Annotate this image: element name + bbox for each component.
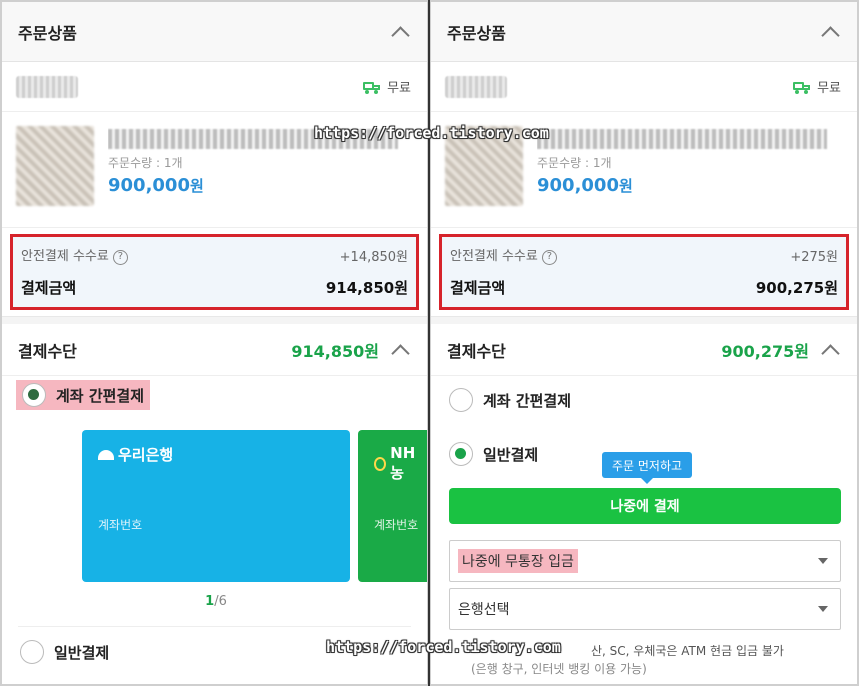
- account-number-label: 계좌번호: [98, 518, 143, 532]
- help-icon[interactable]: ?: [541, 250, 557, 265]
- bank-name: 우리은행: [118, 446, 174, 464]
- easy-pay-option[interactable]: 계좌 간편결제: [449, 388, 571, 412]
- fee-summary-box: 안전결제 수수료? +14,850원 결제금액 914,850원: [10, 234, 419, 310]
- safe-payment-fee-row: 안전결제 수수료? +14,850원: [21, 243, 408, 267]
- fee-label: 안전결제 수수료: [21, 249, 109, 264]
- bank-name: NH농: [390, 444, 416, 482]
- general-pay-radio[interactable]: [20, 640, 44, 664]
- total-amount-row: 결제금액 914,850원: [21, 271, 408, 303]
- shipping-info: 무료: [363, 77, 411, 96]
- pay-later-tooltip: 주문 먼저하고: [602, 452, 693, 484]
- fee-value: +14,850원: [339, 249, 408, 265]
- chevron-up-icon[interactable]: [389, 21, 411, 43]
- chevron-up-icon[interactable]: [819, 339, 841, 361]
- deposit-method-select[interactable]: 나중에 무통장 입금: [449, 540, 841, 582]
- seller-row: 무료: [431, 62, 857, 112]
- chevron-up-icon[interactable]: [819, 21, 841, 43]
- fee-value: +275원: [790, 249, 838, 265]
- quantity-label: 주문수량 : 1개: [108, 156, 183, 170]
- product-thumbnail[interactable]: [16, 126, 94, 206]
- order-items-header[interactable]: 주문상품: [2, 2, 427, 62]
- shipping-label: 무료: [817, 81, 841, 96]
- divider: [18, 626, 411, 627]
- general-pay-label: 일반결제: [483, 445, 539, 464]
- order-items-title: 주문상품: [18, 23, 77, 43]
- deposit-method-value: 나중에 무통장 입금: [458, 549, 578, 573]
- general-pay-radio[interactable]: [449, 442, 473, 466]
- atm-notice-line2: (은행 창구, 인터넷 뱅킹 이용 가능): [471, 662, 647, 676]
- fee-label: 안전결제 수수료: [450, 249, 538, 264]
- fee-summary-box: 안전결제 수수료? +275원 결제금액 900,275원: [439, 234, 849, 310]
- product-price: 900,000원: [108, 175, 204, 196]
- order-items-title: 주문상품: [447, 23, 506, 43]
- shipping-info: 무료: [793, 77, 841, 96]
- right-checkout-panel: 주문상품 무료 주문수량 : 1개 900,000원 안전결제 수수료? +27…: [430, 0, 859, 686]
- bank-card-carousel[interactable]: 우리은행 계좌번호 NH농 계좌번호: [82, 430, 427, 582]
- total-value: 900,275원: [755, 278, 838, 297]
- bank-select-value: 은행선택: [458, 602, 510, 618]
- payment-amount: 900,275원: [721, 341, 809, 361]
- left-checkout-panel: 주문상품 무료 주문수량 : 1개 900,000원 안전결제 수수료? +14…: [0, 0, 428, 686]
- woori-bank-logo-icon: [98, 449, 114, 460]
- easy-pay-option[interactable]: 계좌 간편결제: [16, 380, 151, 411]
- payment-method-header[interactable]: 결제수단 900,275원: [431, 324, 857, 376]
- product-info: 주문수량 : 1개 900,000원: [537, 126, 847, 227]
- easy-pay-radio[interactable]: [22, 383, 46, 407]
- general-pay-label: 일반결제: [54, 643, 110, 662]
- truck-icon: [793, 81, 811, 94]
- easy-pay-label: 계좌 간편결제: [483, 391, 572, 410]
- general-pay-option[interactable]: 일반결제: [449, 442, 538, 466]
- shipping-label: 무료: [387, 81, 411, 96]
- bank-select[interactable]: 은행선택: [449, 588, 841, 630]
- watermark-text: https://forced.tistory.com: [326, 638, 561, 656]
- total-value: 914,850원: [325, 278, 408, 297]
- carousel-pager: 1/6: [205, 594, 227, 609]
- section-gap: [431, 316, 857, 324]
- payment-method-title: 결제수단: [447, 341, 506, 361]
- total-amount-row: 결제금액 900,275원: [450, 271, 838, 303]
- chevron-down-icon: [818, 558, 828, 564]
- general-pay-option[interactable]: 일반결제: [20, 640, 109, 664]
- product-price: 900,000원: [537, 175, 633, 196]
- order-items-header[interactable]: 주문상품: [431, 2, 857, 62]
- payment-method-title: 결제수단: [18, 341, 77, 361]
- watermark-text: https://forced.tistory.com: [314, 124, 549, 142]
- seller-name-blurred: [445, 75, 507, 98]
- chevron-up-icon[interactable]: [389, 339, 411, 361]
- payment-amount: 914,850원: [291, 341, 379, 361]
- help-icon[interactable]: ?: [112, 250, 128, 265]
- section-gap: [2, 316, 427, 324]
- safe-payment-fee-row: 안전결제 수수료? +275원: [450, 243, 838, 267]
- easy-pay-label: 계좌 간편결제: [56, 386, 145, 405]
- nh-bank-logo-icon: [374, 456, 387, 471]
- payment-method-header[interactable]: 결제수단 914,850원: [2, 324, 427, 376]
- total-label: 결제금액: [450, 278, 506, 297]
- quantity-label: 주문수량 : 1개: [537, 156, 612, 170]
- bank-card-nh[interactable]: NH농 계좌번호: [358, 430, 427, 582]
- truck-icon: [363, 81, 381, 94]
- seller-row: 무료: [2, 62, 427, 112]
- bank-card-woori[interactable]: 우리은행 계좌번호: [82, 430, 350, 582]
- chevron-down-icon: [818, 606, 828, 612]
- easy-pay-radio[interactable]: [449, 388, 473, 412]
- product-name-blurred[interactable]: [537, 129, 827, 149]
- total-label: 결제금액: [21, 278, 77, 297]
- seller-name-blurred: [16, 75, 78, 98]
- pay-later-button[interactable]: 나중에 결제: [449, 488, 841, 524]
- account-number-label: 계좌번호: [374, 518, 419, 532]
